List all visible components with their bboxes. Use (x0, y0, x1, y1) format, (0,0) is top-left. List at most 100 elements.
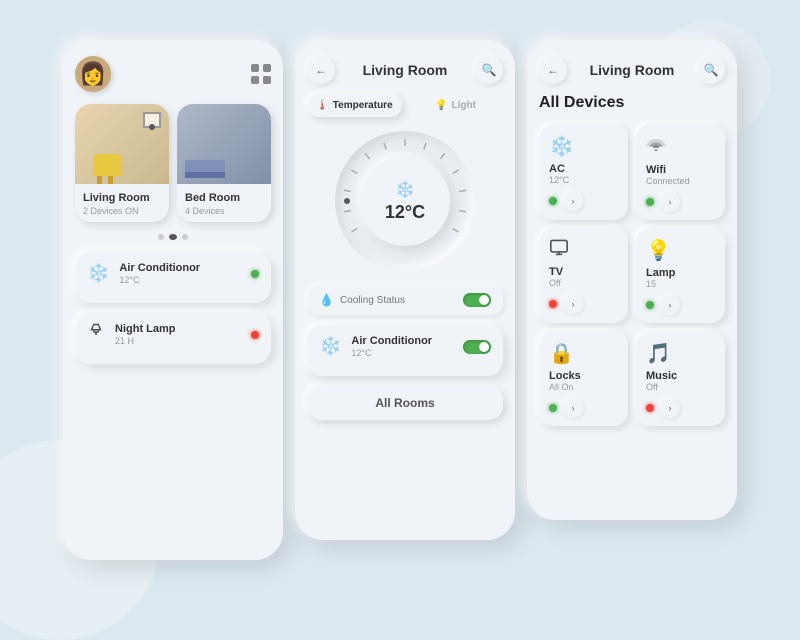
user-avatar: 👩 (75, 56, 111, 92)
dot-3 (182, 234, 188, 240)
grid-card-wifi[interactable]: Wifi Connected › (636, 124, 725, 220)
grid-lamp-chevron[interactable]: › (660, 295, 680, 315)
grid-lamp-status (646, 301, 654, 309)
light-tab-icon: 💡 (435, 100, 447, 111)
room-image-bed (177, 104, 271, 184)
tab-light[interactable]: 💡 Light (408, 94, 503, 117)
lamp-status-dot (251, 331, 259, 339)
grid-tv-status (549, 300, 557, 308)
all-rooms-button[interactable]: All Rooms (307, 386, 503, 420)
p2-ac-info: Air Conditionor 12°C (351, 335, 463, 358)
lamp-name: Night Lamp (115, 323, 251, 335)
grid-music-chevron[interactable]: › (660, 398, 680, 418)
lamp-icon (87, 323, 105, 346)
cooling-label: Cooling Status (340, 295, 463, 306)
grid-locks-sub: All On (549, 382, 618, 392)
grid-tv-icon (549, 238, 618, 262)
phone3-nav: ← Living Room 🔍 (539, 56, 725, 84)
carousel-dots (75, 234, 271, 240)
room-name-living: Living Room (83, 192, 161, 204)
phone-3: ← Living Room 🔍 All Devices ❄️ AC 12°C › (527, 40, 737, 520)
lamp-info: Night Lamp 21 H (115, 323, 251, 346)
ac-sub: 12°C (119, 275, 251, 285)
grid-locks-status (549, 404, 557, 412)
room-card-living[interactable]: Living Room 2 Devices ON (75, 104, 169, 222)
all-devices-title: All Devices (539, 94, 725, 112)
dial-svg (335, 131, 475, 271)
phone2-tabs: 🌡️ Temperature 💡 Light (307, 94, 503, 117)
grid-card-music[interactable]: 🎵 Music Off › (636, 331, 725, 426)
temp-tab-label: Temperature (333, 100, 393, 111)
phone-1: 👩 (63, 40, 283, 560)
room-cards-row: Living Room 2 Devices ON Bed Room 4 Devi… (75, 104, 271, 222)
grid-lamp-name: Lamp (646, 267, 715, 279)
p2-aircon-item: ❄️ Air Conditionor 12°C (319, 335, 491, 358)
grid-lamp-sub: 15 (646, 279, 715, 289)
room-info-living: Living Room 2 Devices ON (75, 184, 169, 222)
tab-temperature[interactable]: 🌡️ Temperature (307, 94, 402, 117)
search-button-p2[interactable]: 🔍 (475, 56, 503, 84)
cooling-toggle[interactable] (463, 293, 491, 307)
thermostat-container: ❄️ 12°C (307, 131, 503, 271)
grid-music-sub: Off (646, 382, 715, 392)
room-sub-living: 2 Devices ON (83, 206, 161, 216)
grid-ac-name: AC (549, 163, 618, 175)
p2-aircon-toggle[interactable] (463, 340, 491, 354)
room-info-bed: Bed Room 4 Devices (177, 184, 271, 222)
room-name-bed: Bed Room (185, 192, 263, 204)
ac-name: Air Conditionor (119, 262, 251, 274)
device-item-ac: ❄️ Air Conditionor 12°C (87, 262, 259, 285)
temp-tab-icon: 🌡️ (316, 100, 328, 111)
phone1-header: 👩 (75, 56, 271, 92)
phone2-title: Living Room (335, 62, 475, 78)
grid-card-tv[interactable]: TV Off › (539, 228, 628, 323)
room-image-living (75, 104, 169, 184)
grid-ac-status (549, 197, 557, 205)
grid-lamp-footer: › (646, 295, 715, 315)
grid-wifi-sub: Connected (646, 176, 715, 186)
toggle-knob (479, 295, 489, 305)
grid-locks-footer: › (549, 398, 618, 418)
grid-card-locks[interactable]: 🔒 Locks All On › (539, 331, 628, 426)
lamp-sub: 21 H (115, 336, 251, 346)
search-button-p3[interactable]: 🔍 (697, 56, 725, 84)
p2-ac-sub: 12°C (351, 348, 463, 358)
p2-toggle-knob (479, 342, 489, 352)
thermostat-outer-dial[interactable]: ❄️ 12°C (335, 131, 475, 271)
device-card-ac[interactable]: ❄️ Air Conditionor 12°C (75, 252, 271, 303)
water-drop-icon: 💧 (319, 293, 334, 307)
devices-grid: ❄️ AC 12°C › Wifi (539, 124, 725, 426)
back-button-p2[interactable]: ← (307, 56, 335, 84)
grid-wifi-footer: › (646, 192, 715, 212)
room-card-bed[interactable]: Bed Room 4 Devices (177, 104, 271, 222)
grid-menu-icon[interactable] (251, 64, 271, 84)
phones-container: 👩 (63, 40, 737, 560)
grid-tv-chevron[interactable]: › (563, 294, 583, 314)
grid-locks-icon: 🔒 (549, 341, 618, 366)
grid-ac-sub: 12°C (549, 175, 618, 185)
grid-music-status (646, 404, 654, 412)
grid-wifi-name: Wifi (646, 164, 715, 176)
grid-wifi-icon (646, 134, 715, 160)
grid-wifi-chevron[interactable]: › (660, 192, 680, 212)
grid-card-ac[interactable]: ❄️ AC 12°C › (539, 124, 628, 220)
grid-ac-chevron[interactable]: › (563, 191, 583, 211)
back-button-p3[interactable]: ← (539, 56, 567, 84)
grid-music-footer: › (646, 398, 715, 418)
device-card-lamp[interactable]: Night Lamp 21 H (75, 313, 271, 364)
dot-2 (169, 234, 177, 240)
grid-lamp-icon: 💡 (646, 238, 715, 263)
p2-aircon-card[interactable]: ❄️ Air Conditionor 12°C (307, 325, 503, 376)
p2-ac-icon: ❄️ (319, 336, 341, 357)
grid-music-name: Music (646, 370, 715, 382)
device-item-lamp: Night Lamp 21 H (87, 323, 259, 346)
phone2-nav: ← Living Room 🔍 (307, 56, 503, 84)
grid-card-lamp[interactable]: 💡 Lamp 15 › (636, 228, 725, 323)
ac-info: Air Conditionor 12°C (119, 262, 251, 285)
ac-icon: ❄️ (87, 263, 109, 284)
grid-locks-chevron[interactable]: › (563, 398, 583, 418)
grid-wifi-status (646, 198, 654, 206)
grid-tv-name: TV (549, 266, 618, 278)
grid-music-icon: 🎵 (646, 341, 715, 366)
grid-tv-footer: › (549, 294, 618, 314)
